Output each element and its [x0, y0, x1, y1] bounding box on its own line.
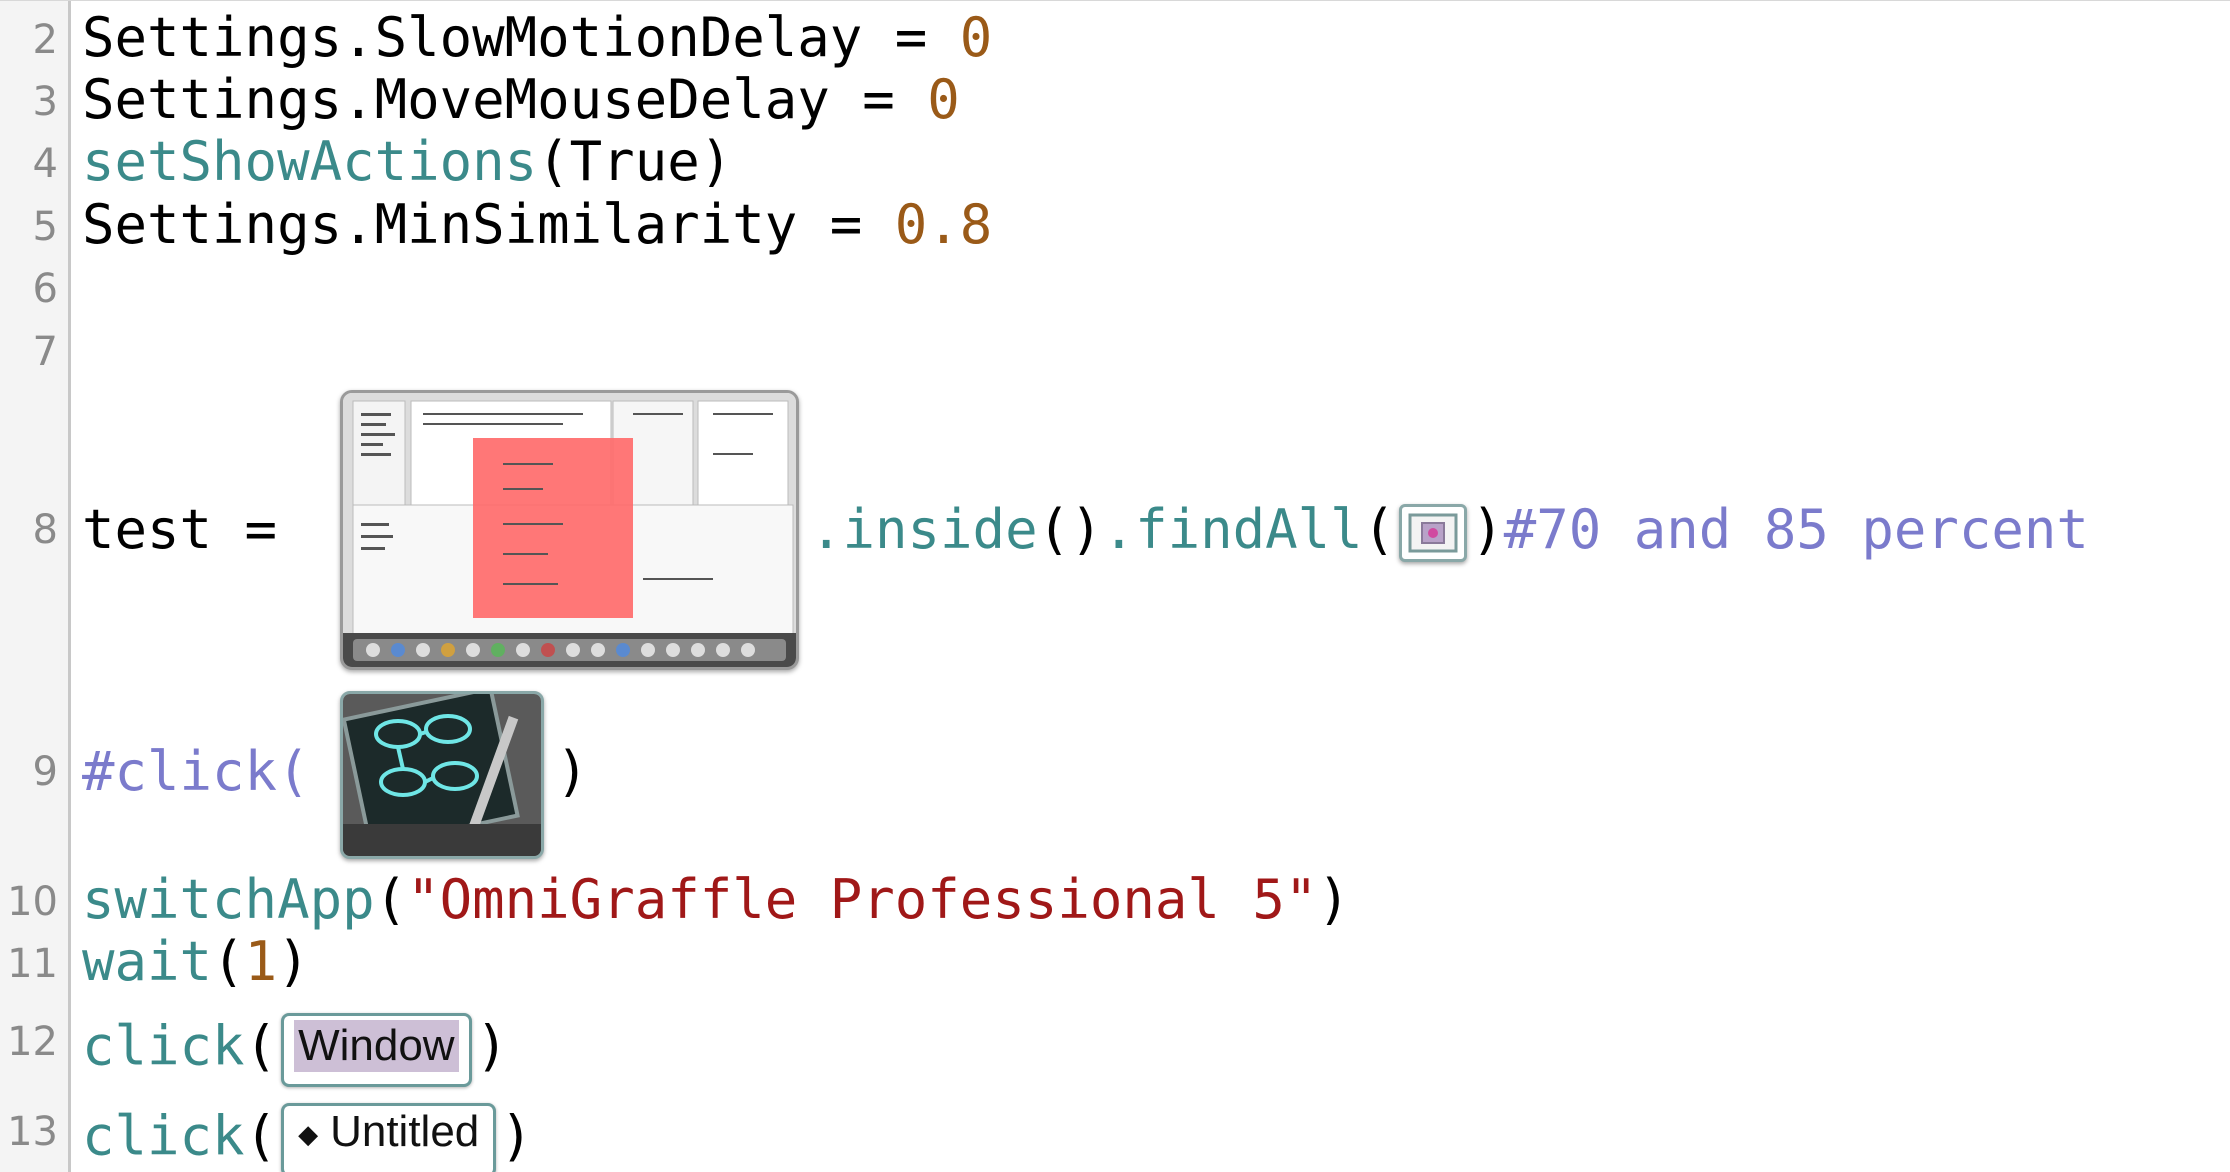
window-menu-label: Window — [294, 1020, 459, 1072]
close-paren: ) — [1471, 498, 1504, 561]
call-arguments: (True) — [537, 130, 733, 193]
percent-comment: #70 and 85 percent — [1503, 498, 2089, 561]
settings-assignment: Settings.MinSimilarity = — [82, 193, 895, 256]
code-text[interactable]: setShowActions(True) — [82, 135, 732, 189]
inside-method: .inside — [810, 498, 1038, 561]
close-paren: ) — [556, 740, 589, 803]
function-name: click — [82, 1014, 245, 1078]
code-line-8[interactable]: 8 test = .inside().findAll()#70 and 85 p… — [0, 381, 2230, 671]
code-line-9[interactable]: 9 #click( ) — [0, 687, 2230, 857]
window-menu-image[interactable]: Window — [281, 1013, 472, 1087]
number-literal: 0.8 — [894, 193, 993, 256]
inside-findall-call[interactable]: .inside().findAll()#70 and 85 percent — [810, 503, 2089, 563]
number-literal: 0 — [959, 6, 993, 69]
settings-assignment: Settings.MoveMouseDelay = — [82, 68, 928, 131]
omnigraffle-icon — [343, 694, 541, 856]
line-number: 10 — [7, 879, 58, 925]
code-text[interactable]: Settings.MoveMouseDelay = 0 — [82, 73, 960, 127]
line-number: 13 — [7, 1109, 58, 1155]
test-assignment: test = — [82, 498, 310, 561]
untitled-window-image[interactable]: ◆ Untitled — [281, 1103, 497, 1172]
omnigraffle-app-icon-image[interactable] — [340, 691, 544, 859]
number-literal: 1 — [244, 930, 278, 993]
findall-pattern-image[interactable] — [1399, 504, 1468, 563]
line-number: 7 — [32, 329, 58, 375]
open-paren: ( — [1362, 498, 1396, 561]
string-literal: "OmniGraffle Professional 5" — [407, 868, 1318, 931]
inside-parens: () — [1037, 498, 1103, 561]
code-line-10[interactable]: 10 switchApp("OmniGraffle Professional 5… — [0, 869, 2230, 929]
close-paren: ) — [475, 1014, 509, 1078]
desktop-screenshot-icon — [343, 393, 796, 667]
close-paren: ) — [1317, 868, 1350, 931]
commented-click: #click( — [82, 740, 310, 803]
code-text[interactable]: click( ◆ Untitled) — [82, 1103, 533, 1172]
open-paren: ( — [374, 868, 408, 931]
function-name: click — [82, 1104, 245, 1168]
number-literal: 0 — [927, 68, 960, 131]
line-number: 4 — [32, 141, 58, 187]
findall-method: .findAll — [1102, 498, 1363, 561]
line-number: 2 — [32, 17, 58, 63]
open-paren: ( — [244, 1104, 278, 1168]
line-number: 5 — [32, 204, 58, 250]
code-line-6[interactable]: 6 — [0, 256, 2230, 316]
line-number: 12 — [7, 1019, 58, 1065]
code-line-7[interactable]: 7 — [0, 319, 2230, 379]
code-line-5[interactable]: 5 Settings.MinSimilarity = 0.8 — [0, 194, 2230, 254]
close-paren: ) — [277, 930, 310, 993]
code-line-2[interactable]: 2 Settings.SlowMotionDelay = 0 — [0, 7, 2230, 67]
close-paren: ) — [500, 1104, 533, 1168]
line-number: 11 — [7, 941, 58, 987]
code-line-13[interactable]: 13 click( ◆ Untitled) — [0, 1091, 2230, 1172]
line-number: 3 — [32, 79, 58, 125]
open-paren: ( — [244, 1014, 278, 1078]
code-line-12[interactable]: 12 click( Window) — [0, 1001, 2230, 1087]
function-name: setShowActions — [82, 130, 538, 193]
open-paren: ( — [212, 930, 245, 993]
code-line-4[interactable]: 4 setShowActions(True) — [0, 131, 2230, 191]
function-name: wait — [82, 930, 213, 993]
code-text[interactable]: Settings.SlowMotionDelay = 0 — [82, 11, 992, 65]
pattern-thumbnail-icon — [1408, 513, 1458, 553]
line-number: 6 — [32, 266, 58, 312]
code-text[interactable]: switchApp("OmniGraffle Professional 5") — [82, 873, 1350, 927]
code-text[interactable]: Settings.MinSimilarity = 0.8 — [82, 198, 992, 252]
script-editor[interactable]: 2 Settings.SlowMotionDelay = 0 3 Setting… — [0, 0, 2230, 1172]
line-number: 9 — [32, 749, 58, 795]
screen-region-image[interactable] — [340, 390, 799, 670]
untitled-label: Untitled — [330, 1107, 480, 1156]
code-line-3[interactable]: 3 Settings.MoveMouseDelay = 0 — [0, 69, 2230, 129]
settings-assignment: Settings.SlowMotionDelay = — [82, 6, 960, 69]
code-line-11[interactable]: 11 wait(1) — [0, 931, 2230, 991]
diamond-icon: ◆ — [298, 1119, 319, 1150]
line-number: 8 — [32, 507, 58, 553]
function-name: switchApp — [82, 868, 375, 931]
code-text[interactable]: wait(1) — [82, 935, 310, 989]
code-text[interactable]: click( Window) — [82, 1013, 508, 1087]
